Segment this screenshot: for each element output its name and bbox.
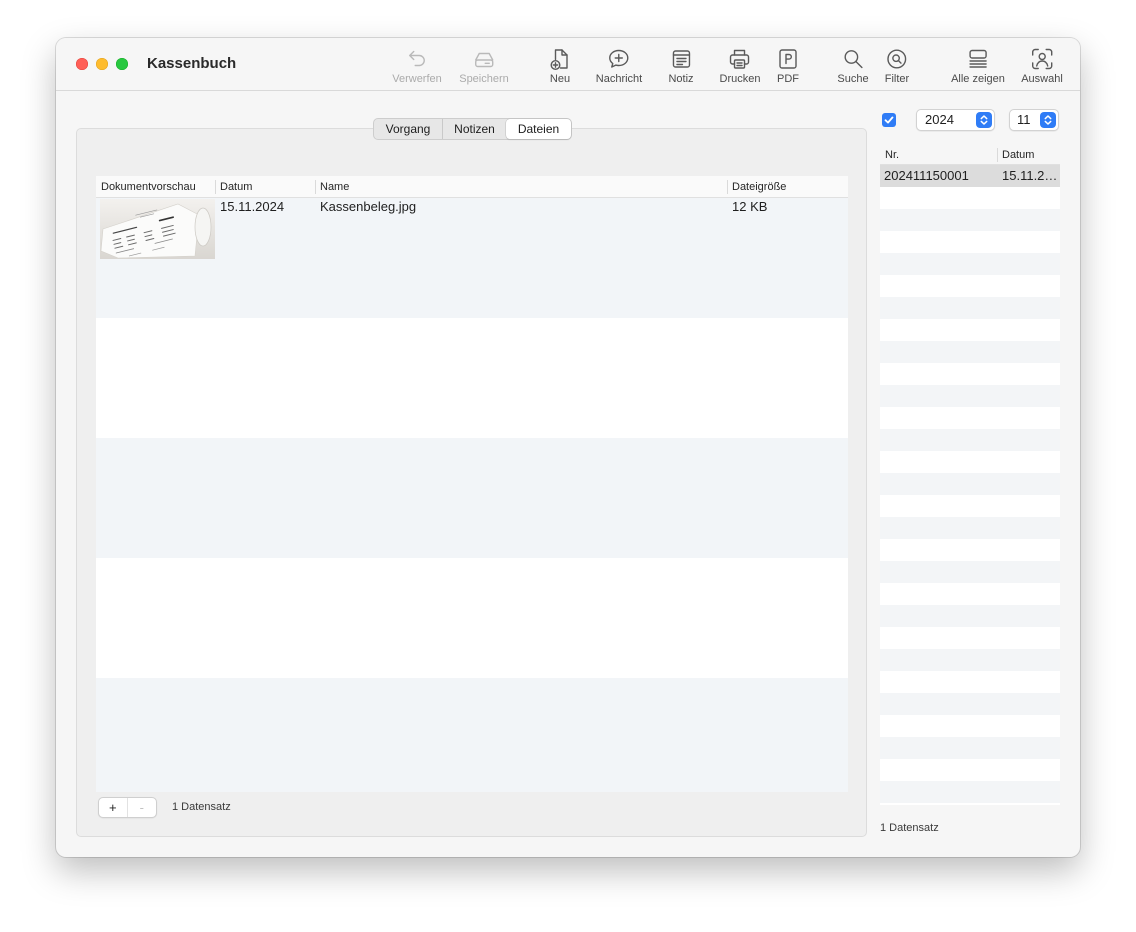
month-value: 11 (1017, 112, 1031, 127)
year-popup[interactable]: 2024 (916, 109, 995, 131)
column-header-datum[interactable]: Datum (997, 145, 1060, 165)
month-popup[interactable]: 11 (1009, 109, 1059, 131)
minimize-button[interactable] (96, 58, 108, 70)
chevron-updown-icon (1040, 112, 1056, 128)
tab-vorgang[interactable]: Vorgang (374, 119, 442, 139)
pdf-button[interactable]: PDF (776, 47, 800, 86)
detail-tabs: Vorgang Notizen Dateien (373, 118, 572, 140)
document-preview-cell (96, 198, 215, 319)
files-table-body[interactable]: 15.11.2024 Kassenbeleg.jpg 12 KB (96, 198, 848, 792)
drive-icon (472, 47, 496, 71)
toolbar: Kassenbuch Verwerfen Speichern Neu Nachr… (56, 38, 1080, 91)
message-label: Nachricht (595, 73, 643, 85)
discard-button[interactable]: Verwerfen (392, 47, 442, 86)
show-all-icon (966, 47, 990, 71)
column-header-size[interactable]: Dateigröße (727, 176, 848, 197)
show-all-label: Alle zeigen (951, 73, 1005, 85)
checkmark-icon (884, 116, 894, 124)
records-count: 1 Datensatz (880, 822, 939, 834)
files-table: Dokumentvorschau Datum Name Dateigröße 1… (96, 176, 848, 792)
file-date: 15.11.2024 (220, 199, 285, 214)
show-all-button[interactable]: Alle zeigen (951, 47, 1005, 86)
chevron-updown-icon (976, 112, 992, 128)
new-label: Neu (549, 73, 571, 85)
filter-button[interactable]: Filter (885, 47, 909, 86)
column-header-name[interactable]: Name (315, 176, 727, 197)
records-table-body[interactable]: 202411150001 15.11.2… (880, 165, 1060, 805)
table-row[interactable]: 202411150001 15.11.2… (880, 165, 1060, 187)
note-label: Notiz (668, 73, 694, 85)
new-document-icon (548, 47, 572, 71)
column-header-date[interactable]: Datum (215, 176, 315, 197)
tab-dateien[interactable]: Dateien (506, 119, 571, 139)
person-selection-icon (1030, 47, 1054, 71)
undo-icon (405, 47, 429, 71)
tab-notizen[interactable]: Notizen (442, 119, 506, 139)
filter-label: Filter (884, 73, 910, 85)
add-remove-control: + - (98, 797, 157, 818)
records-table: Nr. Datum 202411150001 15.11.2… (880, 145, 1060, 805)
records-table-header: Nr. Datum (880, 145, 1060, 165)
file-size: 12 KB (732, 199, 768, 214)
table-row[interactable]: 15.11.2024 Kassenbeleg.jpg 12 KB (96, 198, 848, 319)
new-message-icon (607, 47, 631, 71)
file-name: Kassenbeleg.jpg (320, 199, 417, 214)
window-title: Kassenbuch (147, 55, 237, 72)
print-button[interactable]: Drucken (719, 47, 761, 86)
main-window: Kassenbuch Verwerfen Speichern Neu Nachr… (56, 38, 1080, 857)
files-record-count: 1 Datensatz (172, 801, 231, 813)
column-header-nr[interactable]: Nr. (880, 145, 997, 165)
discard-label: Verwerfen (392, 73, 442, 85)
filter-checkbox[interactable] (882, 113, 896, 127)
pdf-icon (776, 47, 800, 71)
pdf-label: PDF (777, 73, 799, 85)
search-button[interactable]: Suche (837, 47, 869, 86)
save-label: Speichern (459, 73, 509, 85)
filter-icon (885, 47, 909, 71)
search-icon (841, 47, 865, 71)
remove-file-button[interactable]: - (128, 798, 156, 817)
zoom-button[interactable] (116, 58, 128, 70)
close-button[interactable] (76, 58, 88, 70)
save-button[interactable]: Speichern (459, 47, 509, 86)
record-number: 202411150001 (884, 168, 969, 183)
search-label: Suche (837, 73, 869, 85)
receipt-thumbnail (100, 199, 215, 259)
add-file-button[interactable]: + (99, 798, 128, 817)
message-button[interactable]: Nachricht (596, 47, 642, 86)
selection-label: Auswahl (1021, 73, 1063, 85)
note-icon (669, 47, 693, 71)
new-button[interactable]: Neu (548, 47, 572, 86)
record-date: 15.11.2… (1002, 168, 1058, 183)
detail-tab-view: Vorgang Notizen Dateien Dokumentvorschau… (76, 118, 867, 837)
printer-icon (728, 47, 752, 71)
print-label: Drucken (719, 73, 761, 85)
column-header-preview[interactable]: Dokumentvorschau (96, 176, 215, 197)
year-value: 2024 (925, 112, 954, 127)
selection-button[interactable]: Auswahl (1021, 47, 1063, 86)
files-table-header: Dokumentvorschau Datum Name Dateigröße (96, 176, 848, 198)
note-button[interactable]: Notiz (668, 47, 694, 86)
